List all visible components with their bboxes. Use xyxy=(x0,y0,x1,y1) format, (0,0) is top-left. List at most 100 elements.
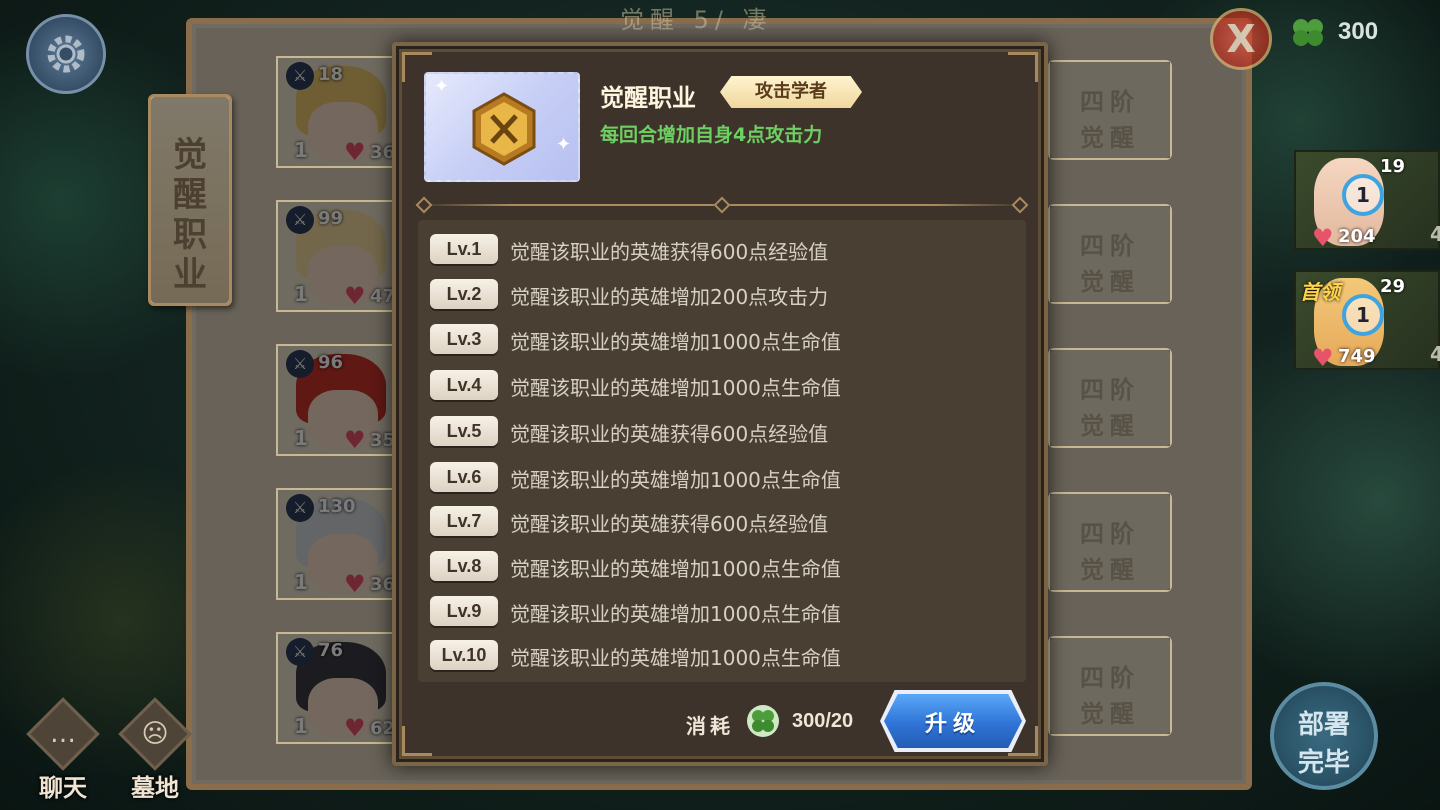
graveyard-icon: ☹ xyxy=(118,697,192,771)
settings-button[interactable] xyxy=(26,14,106,94)
hero-hair xyxy=(296,210,386,280)
heart-icon: ♥ xyxy=(344,714,366,742)
upgrade-button[interactable]: 升级 xyxy=(884,694,1022,748)
level-row: Lv.2 觉醒该职业的英雄增加200点攻击力 xyxy=(430,279,1020,311)
heart-icon: ♥ xyxy=(344,138,366,166)
deploy-label: 部署 xyxy=(1297,710,1350,740)
sword-class-icon: ⚔ xyxy=(286,62,314,90)
sword-class-icon: ⚔ xyxy=(286,206,314,234)
level-row: Lv.8 觉醒该职业的英雄增加1000点生命值 xyxy=(430,551,1020,583)
hero-face xyxy=(308,534,378,594)
hero-hair xyxy=(296,642,386,712)
party-hp: 204 xyxy=(1338,226,1376,247)
party-count: 4 xyxy=(1430,222,1440,246)
hero-face xyxy=(308,246,378,306)
level-row: Lv.6 觉醒该职业的英雄增加1000点生命值 xyxy=(430,462,1020,494)
hero-card[interactable]: ⚔ 99 1 ♥ 47 xyxy=(276,200,406,312)
side-tab-char: 职 xyxy=(173,215,207,255)
awaken-label: 四阶 xyxy=(1080,88,1140,116)
close-button[interactable]: X xyxy=(1210,8,1272,70)
level-bonus-text: 觉醒该职业的英雄获得600点经验值 xyxy=(510,240,829,264)
party-level: 19 xyxy=(1380,156,1406,177)
graveyard-label: 墓地 xyxy=(131,774,179,802)
awaken-stage-button[interactable]: 四阶 觉醒 xyxy=(1048,60,1172,160)
side-tab-char: 业 xyxy=(173,255,207,295)
level-badge: Lv.8 xyxy=(430,551,498,581)
hero-card[interactable]: ⚔ 18 1 ♥ 36 xyxy=(276,56,406,168)
heart-icon: ♥ xyxy=(1312,344,1334,372)
awakening-panel-title: 觉醒 5/ 凄 xyxy=(620,6,773,34)
heart-icon: ♥ xyxy=(344,426,366,454)
clover-gem-icon xyxy=(1293,19,1323,46)
level-row: Lv.9 觉醒该职业的英雄增加1000点生命值 xyxy=(430,596,1020,628)
party-hp: 749 xyxy=(1338,346,1376,367)
corner-ornament xyxy=(1008,52,1038,82)
level-row: Lv.3 觉醒该职业的英雄增加1000点生命值 xyxy=(430,324,1020,356)
divider xyxy=(415,196,1029,214)
hero-card[interactable]: ⚔ 76 1 ♥ 62 xyxy=(276,632,406,744)
awaken-stage-button[interactable]: 四阶 觉醒 xyxy=(1048,636,1172,736)
currency-display: 300 xyxy=(1288,12,1408,52)
awaken-label: 觉醒 xyxy=(1080,268,1140,296)
hero-card[interactable]: ⚔ 96 1 ♥ 35 xyxy=(276,344,406,456)
awaken-label: 觉醒 xyxy=(1080,124,1140,152)
deploy-complete-button[interactable]: 部署 完毕 xyxy=(1270,682,1378,790)
awaken-label: 四阶 xyxy=(1080,520,1140,548)
job-class-tag: 攻击学者 xyxy=(720,76,862,108)
level-row: Lv.7 觉醒该职业的英雄获得600点经验值 xyxy=(430,506,1020,538)
hero-star: 1 xyxy=(294,714,308,738)
party-member-card[interactable]: 19 1 ♥ 204 4 xyxy=(1294,150,1440,252)
sword-class-icon: ⚔ xyxy=(286,494,314,522)
upgrade-label: 升级 xyxy=(924,712,981,737)
hero-star: 1 xyxy=(294,282,308,306)
level-badge: Lv.9 xyxy=(430,596,498,626)
level-badge: Lv.2 xyxy=(430,279,498,309)
awaken-label: 四阶 xyxy=(1080,664,1140,692)
level-badge: Lv.3 xyxy=(430,324,498,354)
side-tab-awaken-job[interactable]: 觉 醒 职 业 xyxy=(148,94,232,306)
level-row: Lv.1 觉醒该职业的英雄获得600点经验值 xyxy=(430,234,1020,266)
side-tab-char: 醒 xyxy=(173,175,207,215)
hero-card[interactable]: ⚔ 130 1 ♥ 36 xyxy=(276,488,406,600)
party-level: 29 xyxy=(1380,276,1406,297)
hero-level: 99 xyxy=(318,208,344,229)
hero-face xyxy=(308,678,378,738)
hero-level: 96 xyxy=(318,352,344,373)
level-bonus-text: 觉醒该职业的英雄获得600点经验值 xyxy=(510,512,829,536)
clover-gem-icon xyxy=(747,705,779,737)
party-member-card[interactable]: 首领 29 1 ♥ 749 4 xyxy=(1294,270,1440,372)
chat-icon: … xyxy=(26,697,100,771)
sword-class-icon: ⚔ xyxy=(286,638,314,666)
hero-face xyxy=(308,102,378,162)
hero-face xyxy=(308,390,378,450)
heart-icon: ♥ xyxy=(344,282,366,310)
level-badge: Lv.5 xyxy=(430,416,498,446)
job-icon-card: ✦ ✦ xyxy=(424,72,580,182)
crossed-swords-badge-icon xyxy=(472,92,536,166)
level-bonus-text: 觉醒该职业的英雄获得600点经验值 xyxy=(510,422,829,446)
boss-tag: 首领 xyxy=(1300,280,1340,304)
hero-portrait xyxy=(286,206,396,310)
level-row: Lv.10 觉醒该职业的英雄增加1000点生命值 xyxy=(430,640,1020,672)
hero-hair xyxy=(296,354,386,424)
party-ring: 1 xyxy=(1342,294,1384,336)
chat-button[interactable]: … 聊天 xyxy=(26,697,100,802)
party-count: 4 xyxy=(1430,342,1440,366)
awaken-stage-button[interactable]: 四阶 觉醒 xyxy=(1048,204,1172,304)
hero-hair xyxy=(296,66,386,136)
sparkle-icon: ✦ xyxy=(434,76,450,97)
awaken-stage-button[interactable]: 四阶 觉醒 xyxy=(1048,492,1172,592)
level-row: Lv.4 觉醒该职业的英雄增加1000点生命值 xyxy=(430,370,1020,402)
cost-value: 300/20 xyxy=(792,710,854,732)
close-icon: X xyxy=(1226,17,1256,61)
hero-portrait xyxy=(286,638,396,742)
level-bonus-text: 觉醒该职业的英雄增加1000点生命值 xyxy=(510,376,841,400)
awaken-label: 觉醒 xyxy=(1080,700,1140,728)
sparkle-icon: ✦ xyxy=(556,134,572,155)
hero-level: 130 xyxy=(318,496,356,517)
job-description: 每回合增加自身4点攻击力 xyxy=(600,124,823,146)
awaken-job-modal: ✦ ✦ 觉醒职业 攻击学者 每回合增加自身4点攻击力 Lv.1 觉醒该职业的英雄… xyxy=(392,42,1048,766)
hero-level: 18 xyxy=(318,64,344,85)
graveyard-button[interactable]: ☹ 墓地 xyxy=(118,697,192,802)
awaken-stage-button[interactable]: 四阶 觉醒 xyxy=(1048,348,1172,448)
